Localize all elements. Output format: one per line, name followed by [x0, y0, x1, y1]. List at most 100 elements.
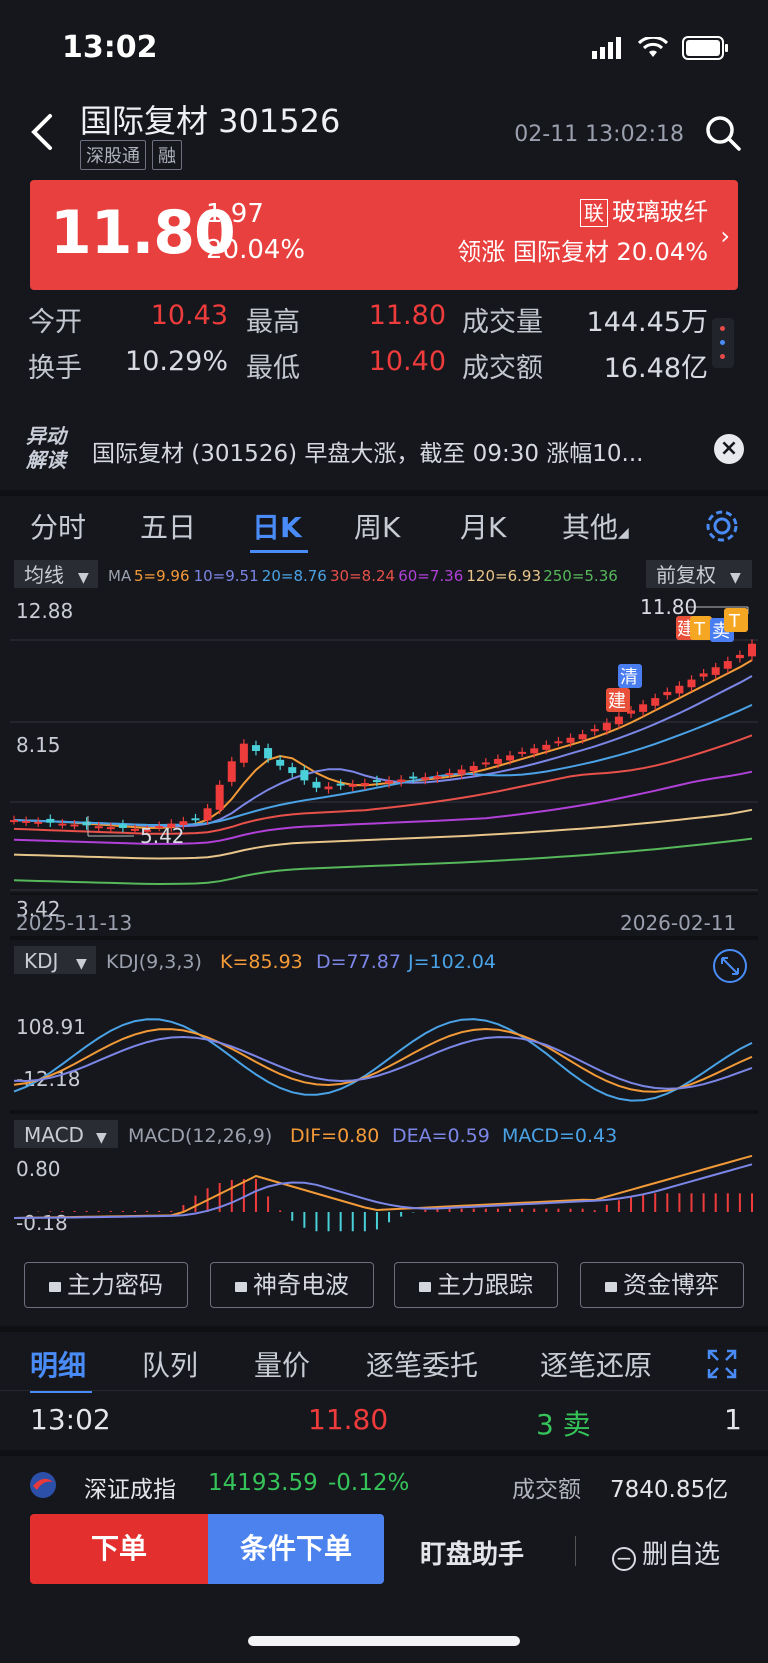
fullscreen-icon[interactable] — [706, 1348, 738, 1380]
index-name: 深证成指 — [84, 1477, 176, 1503]
quote-banner[interactable]: 11.80 1.97 20.04% 联玻璃玻纤 领涨 国际复材 20.04% › — [30, 180, 738, 290]
candle-body — [22, 820, 31, 823]
macd-params: MACD(12,26,9) — [128, 1125, 272, 1147]
candle-body — [542, 744, 551, 750]
lock-icon — [235, 1282, 247, 1292]
marker-t: T — [693, 619, 706, 640]
tab-monthly-k[interactable]: 月K — [460, 506, 506, 546]
candle-body — [493, 758, 502, 764]
candle-body — [324, 786, 333, 790]
candle-body — [602, 722, 611, 731]
leader-label: 领涨 — [457, 238, 506, 266]
kline-chart[interactable]: 均线 ▼ MA 5=9.96 10=9.51 20=8.76 30=8.24 60=7.… — [0, 552, 768, 1242]
tag-connect: 深股通 — [80, 140, 146, 170]
macd-dropdown[interactable]: MACD — [24, 1123, 84, 1147]
more-dots-icon[interactable] — [712, 318, 734, 368]
tab-details[interactable]: 明细 — [30, 1344, 86, 1384]
kdj-dropdown[interactable]: KDJ — [24, 949, 58, 973]
order-button[interactable]: 下单 — [30, 1514, 208, 1584]
candle-body — [70, 824, 79, 827]
remove-watchlist-button[interactable]: − 删自选 — [612, 1534, 720, 1571]
change-value: 1.97 — [206, 199, 264, 229]
tool-magic-wave[interactable]: 神奇电波 — [210, 1262, 374, 1308]
candle-body — [397, 779, 406, 783]
news-bar[interactable]: 异动 解读 国际复材 (301526) 早盘大涨，截至 09:30 涨幅10...… — [0, 410, 768, 490]
sector-info[interactable]: 联玻璃玻纤 领涨 国际复材 20.04% — [457, 192, 708, 272]
candle-body — [203, 808, 212, 821]
candle-body — [82, 821, 91, 826]
adjust-dropdown[interactable]: 前复权 — [656, 563, 716, 587]
news-logo: 异动 解读 — [26, 424, 66, 472]
ma-legend-item-1: 10=9.51 — [194, 567, 259, 585]
kdj-j: J=102.04 — [407, 951, 496, 973]
ma-dropdown[interactable]: 均线 — [24, 563, 64, 587]
candle-body — [530, 748, 539, 754]
candle-body — [506, 755, 515, 761]
candle-body — [433, 775, 442, 779]
back-arrow-icon[interactable] — [26, 110, 60, 154]
candle-body — [421, 777, 430, 780]
lock-icon — [419, 1282, 431, 1292]
ma-legend-item-2: 20=8.76 — [262, 567, 327, 585]
tab-tick-restore[interactable]: 逐笔还原 — [540, 1344, 652, 1384]
tab-tick-orders[interactable]: 逐笔委托 — [366, 1344, 478, 1384]
candle-body — [336, 783, 345, 786]
change-percent: 20.04% — [206, 235, 306, 265]
candle-body — [264, 748, 273, 759]
tab-weekly-k[interactable]: 周K — [354, 506, 400, 546]
candle-body — [372, 780, 381, 783]
tab-intraday[interactable]: 分时 — [30, 506, 86, 546]
close-icon[interactable]: × — [714, 434, 744, 464]
stats-grid: 今开 10.43 最高 11.80 成交量 144.45万 换手 10.29% 最低 10… — [28, 300, 708, 400]
ma-legend: 5=9.96 10=9.51 20=8.76 30=8.24 60=7.36 120=6.… — [134, 567, 618, 585]
quote-timestamp: 02-11 13:02:18 — [514, 122, 684, 147]
tool-main-tracking[interactable]: 主力跟踪 — [394, 1262, 558, 1308]
candle-body — [130, 828, 139, 831]
stock-tags: 深股通 融 — [80, 140, 182, 170]
search-icon[interactable] — [704, 114, 742, 152]
tab-queue[interactable]: 队列 — [142, 1344, 198, 1384]
candle-body — [251, 745, 260, 751]
index-amount-label: 成交额 — [512, 1477, 581, 1503]
tab-daily-k[interactable]: 日K — [252, 506, 302, 546]
battery-icon — [682, 36, 728, 60]
kdj-k-line — [13, 1027, 753, 1093]
tab-volume-price[interactable]: 量价 — [254, 1344, 310, 1384]
candle-body — [735, 654, 744, 659]
candle-body — [675, 685, 684, 694]
macd-y-top: 0.80 — [16, 1157, 61, 1181]
candle-body — [578, 734, 587, 740]
divider — [575, 1536, 576, 1566]
trade-markers: 清 建 建 T 卖 T — [606, 608, 748, 712]
stat-open: 今开 10.43 — [28, 300, 228, 338]
y-label-mid: 8.15 — [16, 733, 61, 757]
candle-body — [409, 776, 418, 779]
candle-body — [614, 716, 623, 725]
max-price-label: 11.80 — [640, 595, 697, 619]
candle-body — [663, 691, 672, 696]
index-row[interactable]: 深证成指 14193.59 -0.12% 成交额 7840.85亿 — [0, 1450, 768, 1506]
candle-body — [106, 827, 115, 830]
ma-legend-item-3: 30=8.24 — [330, 567, 395, 585]
candle-body — [445, 773, 454, 776]
macd-y-bottom: -0.18 — [16, 1211, 68, 1235]
candle-body — [457, 769, 466, 775]
marker-t2: T — [728, 611, 741, 632]
expand-arrow-icon — [721, 957, 739, 975]
tab-five-day[interactable]: 五日 — [140, 506, 196, 546]
candle-body — [276, 759, 285, 766]
watch-assistant-button[interactable]: 盯盘助手 — [420, 1534, 524, 1571]
candle-body — [481, 762, 490, 765]
status-time: 13:02 — [62, 30, 158, 65]
chevron-down-icon: ▼ — [96, 1130, 107, 1146]
chevron-down-icon: ▼ — [730, 570, 741, 586]
tab-other[interactable]: 其他◢ — [562, 506, 629, 546]
news-text[interactable]: 国际复材 (301526) 早盘大涨，截至 09:30 涨幅10... — [92, 434, 643, 468]
chart-canvas[interactable]: 均线 ▼ MA 5=9.96 10=9.51 20=8.76 30=8.24 60=7.… — [0, 552, 768, 1242]
candle-body — [699, 673, 708, 677]
tool-main-code[interactable]: 主力密码 — [24, 1262, 188, 1308]
conditional-order-button[interactable]: 条件下单 — [208, 1514, 384, 1584]
settings-gear-icon[interactable] — [704, 508, 740, 544]
tool-capital-game[interactable]: 资金博弈 — [580, 1262, 744, 1308]
ma-legend-item-0: 5=9.96 — [134, 567, 190, 585]
